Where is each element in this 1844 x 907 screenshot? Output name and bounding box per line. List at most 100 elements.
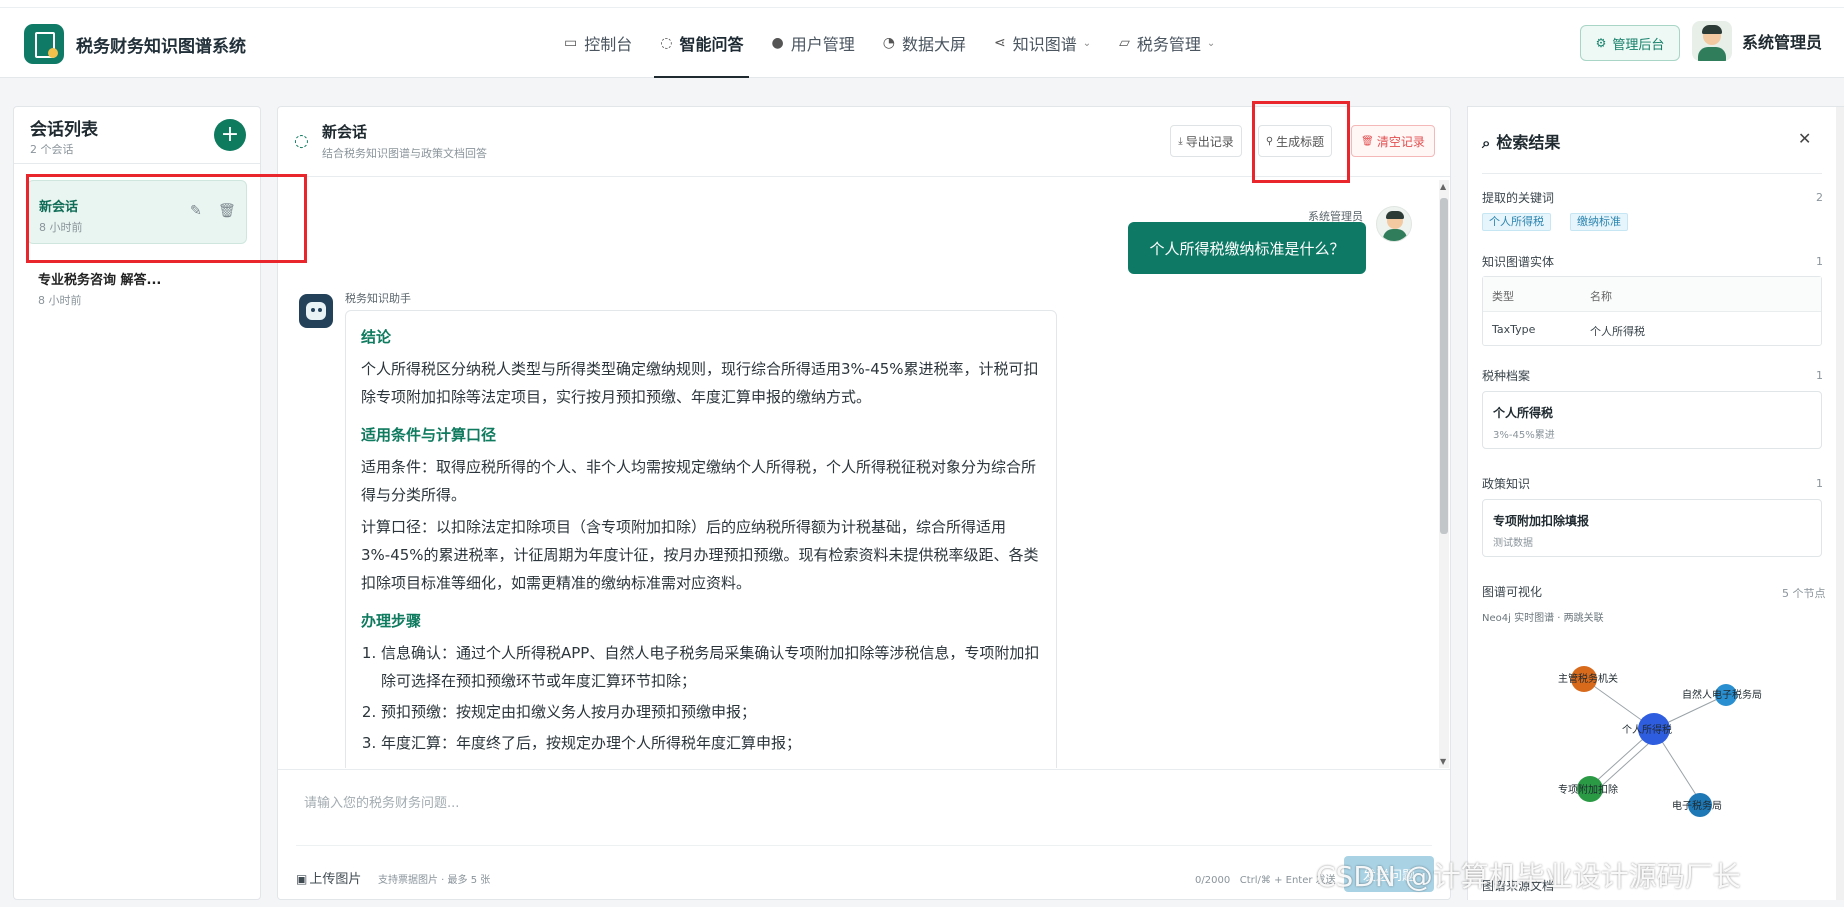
- message-scrollbar[interactable]: ▲ ▼: [1439, 180, 1449, 768]
- archive-title: 税种档案: [1482, 369, 1531, 383]
- scroll-up-icon[interactable]: ▲: [1440, 182, 1446, 191]
- scrollbar-thumb[interactable]: [1440, 198, 1448, 534]
- app-logo-icon: [24, 24, 64, 64]
- user-message-bubble: 个人所得税缴纳标准是什么？: [1128, 222, 1366, 274]
- panel-scrollbar[interactable]: [1836, 107, 1844, 900]
- clear-label: 清空记录: [1376, 134, 1425, 149]
- answer-paragraph: 计算口径：以扣除法定扣除项目（含专项附加扣除）后的应纳税所得额为计税基础，综合所…: [361, 518, 1039, 592]
- question-input[interactable]: 请输入您的税务财务问题...: [304, 792, 459, 811]
- export-label: 导出记录: [1185, 134, 1234, 149]
- answer-paragraph: 适用条件：取得应税所得的个人、非个人均需按规定缴纳个人所得税，个人所得税征税对象…: [361, 458, 1037, 504]
- nav-item-qa[interactable]: ◌ 智能问答: [646, 8, 757, 78]
- admin-console-button[interactable]: ⚙ 管理后台: [1580, 25, 1680, 61]
- keywords-title: 提取的关键词: [1482, 191, 1555, 205]
- nav-item-graph[interactable]: ⋖ 知识图谱 ⌄: [980, 8, 1105, 78]
- graph-node-label: 个人所得税: [1622, 723, 1672, 736]
- user-name: 系统管理员: [1742, 33, 1823, 52]
- divider: [1482, 173, 1822, 174]
- nav-label: 税务管理: [1136, 35, 1201, 54]
- knowledge-graph[interactable]: 主管税务机关 自然人电子税务局 个人所得税 专项附加扣除 电子税务局: [1482, 625, 1822, 855]
- highlight-box-session: [26, 174, 307, 263]
- table-row[interactable]: TaxType 个人所得税: [1483, 312, 1821, 347]
- nav-item-tax[interactable]: ▱ 税务管理 ⌄: [1105, 8, 1229, 78]
- bot-message-bubble: 结论 个人所得税区分纳税人类型与所得类型确定缴纳规则，现行综合所得适用3%-45…: [345, 310, 1057, 768]
- search-icon: ⌕: [1482, 134, 1491, 152]
- user-icon: ●: [771, 35, 784, 51]
- graph-node-label: 主管税务机关: [1558, 672, 1618, 685]
- nav-label: 用户管理: [790, 35, 855, 54]
- results-title-label: 检索结果: [1496, 133, 1561, 152]
- chat-subtitle: 结合税务知识图谱与政策文档回答: [322, 147, 487, 160]
- gear-icon: ⚙: [1595, 36, 1607, 50]
- nav-item-users[interactable]: ● 用户管理: [757, 8, 868, 78]
- session-time: 8 小时前: [38, 294, 82, 307]
- upload-label: 上传图片: [309, 872, 362, 887]
- trash-icon: 🗑: [1361, 135, 1374, 147]
- keywords-count: 2: [1816, 191, 1823, 204]
- answer-paragraph: 个人所得税区分纳税人类型与所得类型确定缴纳规则，现行综合所得适用3%-45%累进…: [361, 360, 1039, 406]
- brand[interactable]: 税务财务知识图谱系统: [24, 24, 246, 64]
- avatar: [1376, 206, 1412, 242]
- monitor-icon: ▭: [564, 35, 578, 51]
- admin-label: 管理后台: [1612, 37, 1665, 53]
- nav-item-dashboard[interactable]: ◔ 数据大屏: [869, 8, 980, 78]
- keyword-tag[interactable]: 个人所得税: [1482, 213, 1551, 231]
- nav-label: 数据大屏: [901, 35, 966, 54]
- upload-hint: 支持票据图片 · 最多 5 张: [378, 875, 491, 886]
- chevron-down-icon: ⌄: [1082, 37, 1092, 49]
- nav-item-console[interactable]: ▭ 控制台: [550, 8, 646, 78]
- chat-title: 新会话: [322, 123, 368, 141]
- column-type: 类型: [1492, 290, 1514, 303]
- results-title: ⌕ 检索结果: [1482, 129, 1560, 153]
- answer-step: 信息确认：通过个人所得税APP、自然人电子税务局采集确认专项附加扣除等涉税信息，…: [381, 639, 1041, 695]
- policy-count: 1: [1816, 477, 1823, 490]
- entities-count: 1: [1816, 255, 1823, 268]
- chat-bubble-icon: ◌: [294, 131, 309, 151]
- answer-step: 年度汇算：年度终了后，按规定办理个人所得税年度汇算申报；: [381, 729, 1041, 757]
- bot-message-author: 税务知识助手: [345, 292, 411, 305]
- new-session-button[interactable]: +: [214, 119, 246, 151]
- main-nav: ▭ 控制台 ◌ 智能问答 ● 用户管理 ◔ 数据大屏 ⋖ 知识图谱 ⌄ ▱ 税务管理 ⌄: [550, 8, 1229, 78]
- archive-count: 1: [1816, 369, 1823, 382]
- browser-top-strip: [0, 0, 1844, 8]
- upload-image-button[interactable]: ▣ 上传图片: [296, 868, 361, 887]
- clear-button[interactable]: 🗑 清空记录: [1351, 125, 1435, 157]
- card-title: 个人所得税: [1493, 406, 1554, 420]
- message-list[interactable]: 系统管理员 个人所得税缴纳标准是什么？ 税务知识助手 结论 个人所得税区分纳税人…: [278, 178, 1438, 768]
- answer-step: 预扣预缴：按规定由扣缴义务人按月办理预扣预缴申报；: [381, 698, 1041, 726]
- entities-table: 类型 名称 TaxType 个人所得税: [1482, 276, 1822, 346]
- counter-value: 0/2000: [1195, 875, 1231, 886]
- graph-node-label: 自然人电子税务局: [1682, 688, 1762, 701]
- close-icon[interactable]: ✕: [1798, 129, 1811, 148]
- export-button[interactable]: ⤓ 导出记录: [1170, 125, 1242, 157]
- chart-pie-icon: ◔: [882, 35, 895, 51]
- graph-subtitle: Neo4j 实时图谱 · 两跳关联: [1482, 613, 1604, 624]
- chat-icon: ◌: [660, 35, 673, 51]
- graph-title: 图谱可视化: [1482, 585, 1543, 599]
- session-count: 2 个会话: [30, 143, 74, 156]
- download-icon: ⤓: [1178, 135, 1183, 147]
- char-counter: 0/2000 Ctrl/⌘ + Enter 发送: [1195, 871, 1336, 886]
- archive-card[interactable]: 个人所得税 3%-45%累进: [1482, 391, 1822, 449]
- scroll-down-icon[interactable]: ▼: [1440, 757, 1446, 766]
- card-subtitle: 测试数据: [1493, 538, 1533, 549]
- top-header: 税务财务知识图谱系统 ▭ 控制台 ◌ 智能问答 ● 用户管理 ◔ 数据大屏 ⋖ 知识图谱 ⌄…: [0, 8, 1844, 78]
- chat-panel: ◌ 新会话 结合税务知识图谱与政策文档回答 ⤓ 导出记录 ⚲ 生成标题 🗑 清空记录 …: [277, 106, 1451, 900]
- avatar: [1692, 21, 1732, 61]
- policy-card[interactable]: 专项附加扣除填报 测试数据: [1482, 499, 1822, 557]
- card-subtitle: 3%-45%累进: [1493, 430, 1555, 441]
- search-results-panel: ⌕ 检索结果 ✕ 提取的关键词 2 个人所得税 缴纳标准 知识图谱实体 1 类型 名…: [1467, 106, 1844, 900]
- divider: [14, 163, 260, 164]
- graph-node-label: 电子税务局: [1672, 799, 1722, 812]
- composer: 请输入您的税务财务问题... ▣ 上传图片 支持票据图片 · 最多 5 张 0/2…: [278, 769, 1450, 899]
- nav-label: 智能问答: [679, 35, 744, 54]
- answer-heading: 办理步骤: [361, 612, 422, 630]
- session-item[interactable]: 专业税务咨询 解答... 8 小时前: [27, 254, 247, 318]
- keyword-tag[interactable]: 缴纳标准: [1570, 213, 1628, 231]
- user-menu[interactable]: 系统管理员: [1692, 21, 1822, 61]
- folder-icon: ▱: [1119, 35, 1130, 51]
- bot-avatar: [299, 294, 333, 328]
- answer-heading: 适用条件与计算口径: [361, 426, 497, 444]
- answer-steps: 信息确认：通过个人所得税APP、自然人电子税务局采集确认专项附加扣除等涉税信息，…: [361, 639, 1041, 757]
- app-title: 税务财务知识图谱系统: [76, 36, 246, 57]
